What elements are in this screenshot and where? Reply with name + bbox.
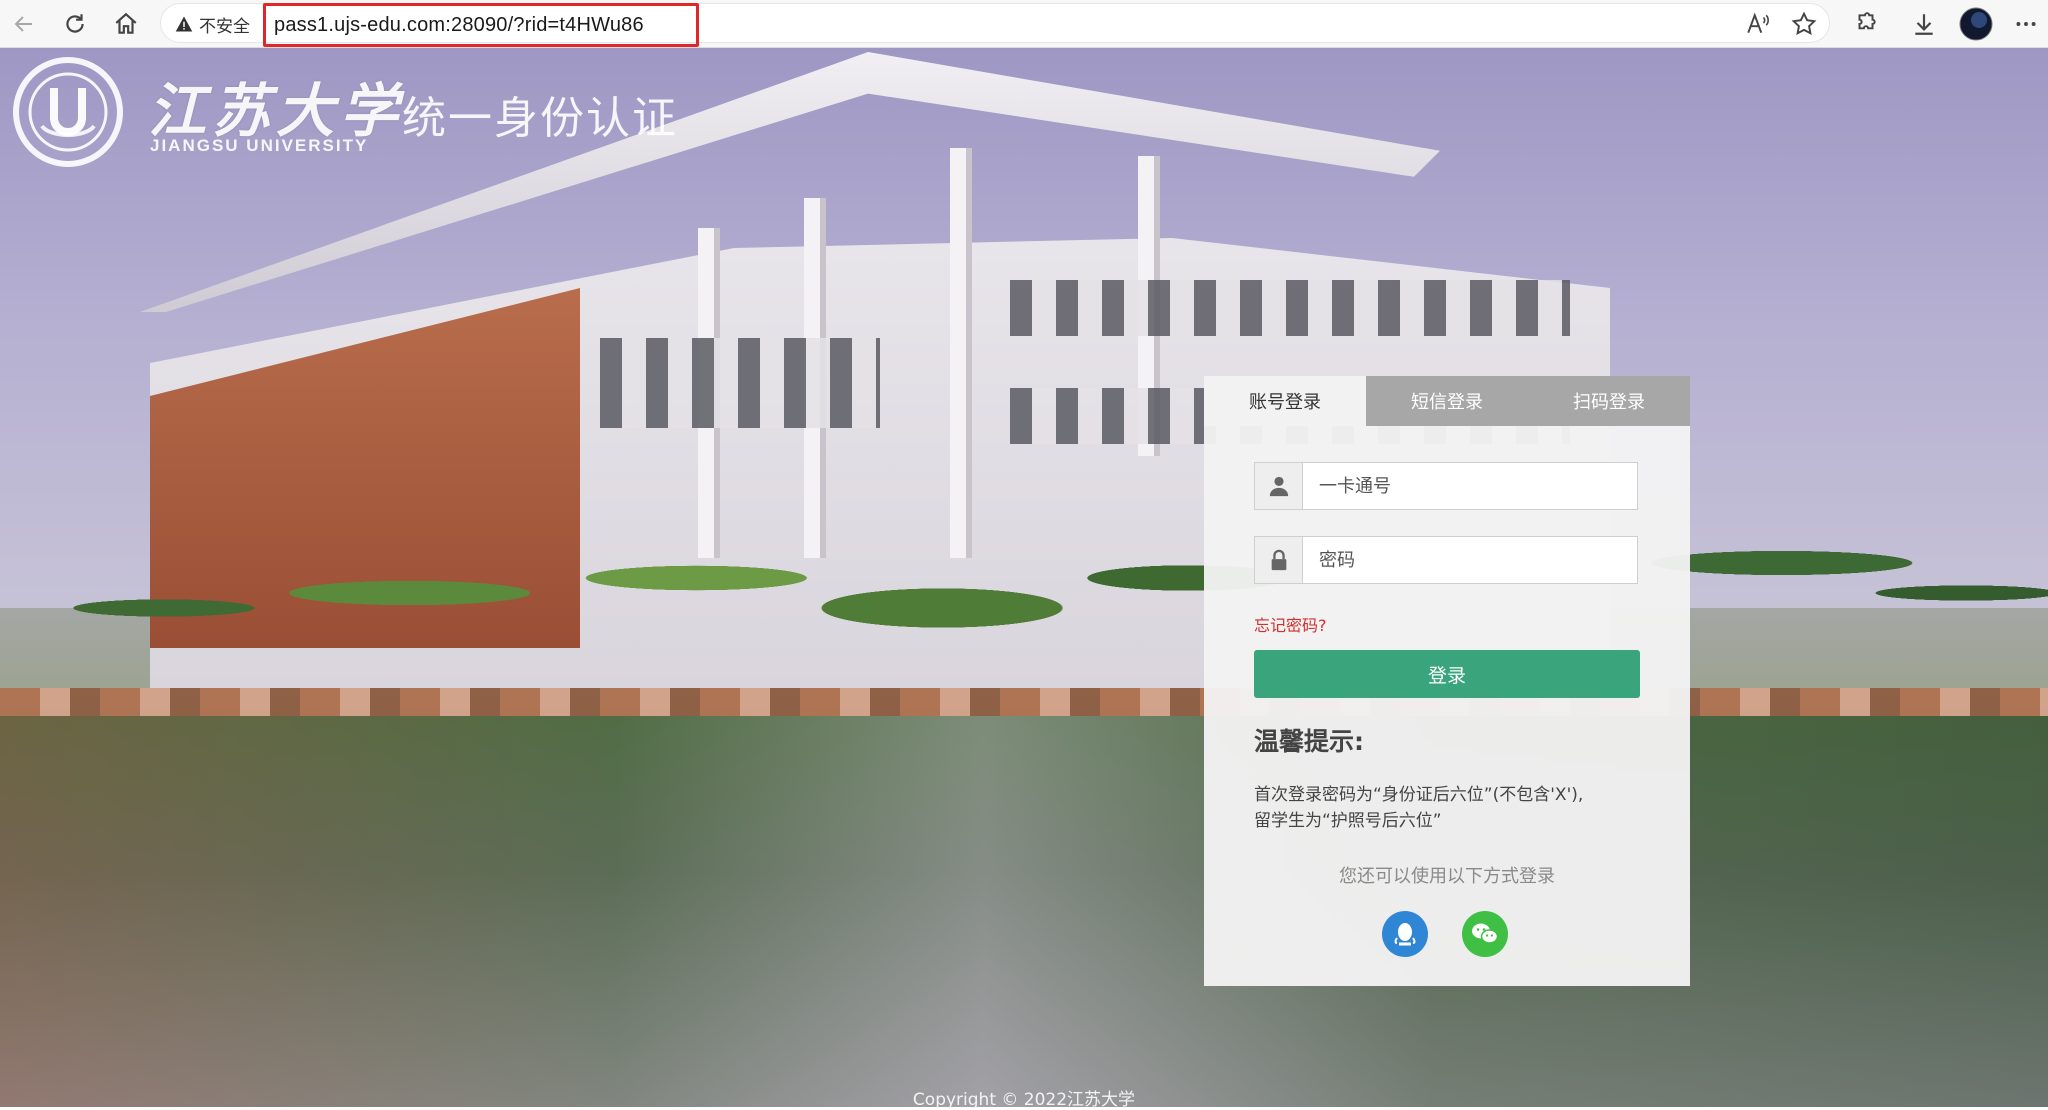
password-input[interactable] [1303,537,1637,583]
tips-title: 温馨提示: [1254,727,1364,756]
read-aloud-icon [1747,12,1769,34]
warning-icon [175,16,193,32]
reload-button[interactable] [57,6,93,42]
qq-login-button[interactable] [1382,911,1428,957]
alt-login-label: 您还可以使用以下方式登录 [1339,866,1555,887]
site-subtitle: 统一身份认证 [402,93,678,144]
tab-sms-login[interactable]: 短信登录 [1366,376,1528,426]
university-name-en: JIANGSU UNIVERSITY [150,136,369,155]
account-input[interactable] [1303,463,1637,509]
trees [0,428,2048,728]
avatar-icon [1959,7,1993,41]
insecure-label: 不安全 [199,16,250,37]
read-aloud-button[interactable] [1740,6,1776,42]
building-windows [1010,280,1570,336]
profile-button[interactable] [1958,6,1994,42]
campus-background: 江苏大学 JIANGSU UNIVERSITY 统一身份认证 账号登录 短信登录… [0,48,2048,1107]
login-button[interactable]: 登录 [1254,650,1640,698]
more-menu-button[interactable] [2008,6,2044,42]
lake-reflection [0,716,2048,1107]
user-icon [1255,463,1303,509]
extensions-button[interactable] [1848,6,1884,42]
forgot-password-link[interactable]: 忘记密码? [1254,612,1327,636]
tab-account-login[interactable]: 账号登录 [1204,376,1366,426]
url-text[interactable]: pass1.ujs-edu.com:28090/?rid=t4HWu86 [263,3,699,47]
address-bar[interactable]: 不安全 pass1.ujs-edu.com:28090/?rid=t4HWu86 [160,3,1830,47]
puzzle-icon [1858,12,1876,30]
wechat-login-button[interactable] [1462,911,1508,957]
more-icon [2016,22,2036,26]
reload-icon [66,14,84,33]
download-icon [1915,14,1933,35]
login-tabs: 账号登录 短信登录 扫码登录 [1204,376,1690,426]
downloads-button[interactable] [1906,6,1942,42]
login-panel: 账号登录 短信登录 扫码登录 忘记密码? 登录 温馨提示: 首次登录密码为“身份… [1204,376,1690,986]
favorite-button[interactable] [1786,6,1822,42]
home-button[interactable] [108,6,144,42]
qq-icon [1394,923,1416,946]
lake-shore [0,688,2048,718]
security-indicator[interactable]: 不安全 [175,4,250,44]
tips-text: 首次登录密码为“身份证后六位”(不包含'X'),留学生为“护照号后六位” [1254,785,1584,831]
back-button[interactable] [6,6,42,42]
arrow-left-icon [14,16,32,32]
tab-qrcode-login[interactable]: 扫码登录 [1528,376,1690,426]
password-field [1254,536,1638,584]
lock-icon [1255,537,1303,583]
browser-toolbar: 不安全 pass1.ujs-edu.com:28090/?rid=t4HWu86 [0,0,2048,48]
account-field [1254,462,1638,510]
university-seal-icon [13,57,123,167]
wechat-icon [1472,923,1499,944]
star-icon [1791,11,1817,36]
building-windows [600,338,880,428]
copyright-text: Copyright © 2022江苏大学 [912,1090,1136,1110]
home-icon [115,12,137,34]
